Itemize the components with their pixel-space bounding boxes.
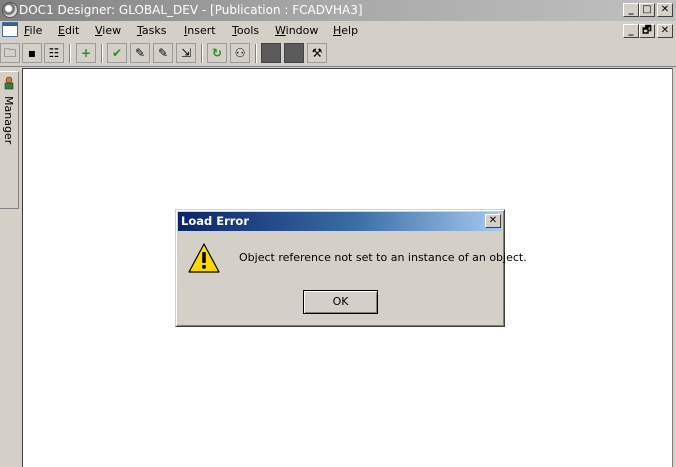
export-icon[interactable]: ⇲ — [176, 43, 196, 63]
doc1-app-icon[interactable] — [2, 2, 18, 18]
menu-view[interactable]: View — [95, 24, 121, 37]
toolbar-separator — [201, 44, 203, 63]
menu-tasks[interactable]: Tasks — [137, 24, 166, 37]
dialog-titlebar[interactable]: Load Error ✕ — [178, 212, 502, 231]
child-close-button[interactable]: ✕ — [657, 24, 673, 38]
menu-file[interactable]: File — [24, 24, 42, 37]
toolbar-separator — [255, 44, 257, 63]
child-minimize-button[interactable]: _ — [623, 24, 639, 38]
maximize-button[interactable]: □ — [639, 3, 655, 17]
menu-edit[interactable]: Edit — [58, 24, 79, 37]
add-resource-icon[interactable]: + — [76, 43, 96, 63]
menu-bar: File Edit View Tasks Insert Tools Window… — [0, 21, 676, 40]
menu-insert[interactable]: Insert — [184, 24, 216, 37]
manager-tab[interactable]: Manager — [0, 71, 19, 209]
tools-icon[interactable]: ⚒ — [307, 43, 327, 63]
child-restore-button[interactable]: 🗗 — [639, 24, 655, 38]
document-icon[interactable] — [2, 22, 18, 37]
hierarchy-icon[interactable]: ⚇ — [230, 43, 250, 63]
ok-button[interactable]: OK — [303, 290, 378, 314]
refresh-icon[interactable]: ↻ — [207, 43, 227, 63]
window-titlebar[interactable]: DOC1 Designer: GLOBAL_DEV - [Publication… — [0, 0, 676, 21]
minimize-button[interactable]: _ — [623, 3, 639, 17]
toolbar-separator — [101, 44, 103, 63]
menu-help[interactable]: Help — [333, 24, 358, 37]
properties-icon[interactable]: ☷ — [44, 43, 64, 63]
save-icon[interactable]: ▪ — [22, 43, 42, 63]
manager-tab-label: Manager — [2, 96, 15, 145]
dialog-close-button[interactable]: ✕ — [485, 214, 501, 228]
menu-tools[interactable]: Tools — [232, 24, 259, 37]
close-button[interactable]: ✕ — [657, 3, 673, 17]
load-error-dialog: Load Error ✕ Object reference not set to… — [175, 209, 527, 327]
dialog-message: Object reference not set to an instance … — [239, 251, 527, 264]
dark-box-icon[interactable] — [284, 43, 304, 63]
open-folder-icon[interactable]: 🗀 — [0, 43, 20, 63]
side-panel: Manager — [0, 68, 22, 467]
gray-box-icon[interactable] — [261, 43, 281, 63]
toolbar: 🗀 ▪ ☷ + ✔ ✎ ✎ ⇲ ↻ ⚇ ⚒ — [0, 40, 676, 67]
dialog-title: Load Error — [181, 214, 249, 228]
toolbar-separator — [69, 44, 71, 63]
window-title: DOC1 Designer: GLOBAL_DEV - [Publication… — [19, 3, 363, 17]
check-icon[interactable]: ✔ — [107, 43, 127, 63]
manager-icon — [4, 76, 14, 90]
edit-list-icon[interactable]: ✎ — [153, 43, 173, 63]
edit-document-icon[interactable]: ✎ — [130, 43, 150, 63]
menu-window[interactable]: Window — [275, 24, 318, 37]
warning-icon — [188, 243, 220, 273]
